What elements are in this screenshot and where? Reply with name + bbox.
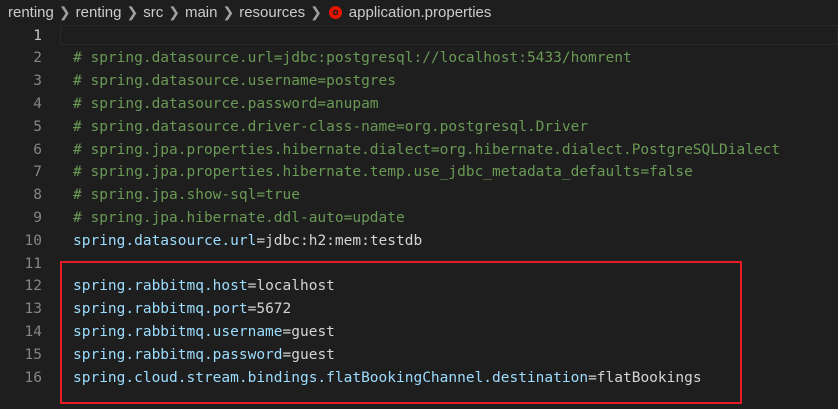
comment-text: # spring.jpa.hibernate.ddl-auto=update — [73, 209, 405, 226]
comment-text: # spring.jpa.properties.hibernate.dialec… — [73, 141, 781, 158]
line-number: 7 — [33, 164, 42, 181]
property-key: spring.rabbitmq.host — [73, 278, 248, 295]
code-line[interactable]: 15 spring.rabbitmq.password=guest — [0, 343, 838, 366]
property-value: flatBookings — [596, 369, 702, 386]
chevron-right-icon: ❯ — [126, 3, 139, 20]
code-text: spring.datasource.url=jdbc:h2:mem:testdb — [73, 233, 422, 249]
property-value: localhost — [256, 278, 335, 295]
line-number: 10 — [24, 232, 42, 249]
code-line[interactable]: 2 # spring.datasource.url=jdbc:postgresql… — [0, 47, 838, 70]
equals-sign: = — [588, 369, 597, 386]
code-editor[interactable]: 1 2 # spring.datasource.url=jdbc:postgresq… — [0, 24, 838, 409]
comment-text: # spring.datasource.url=jdbc:postgresql:… — [73, 50, 632, 67]
properties-file-icon — [328, 5, 342, 19]
code-text: # spring.datasource.driver-class-name=or… — [73, 119, 588, 135]
code-line[interactable]: 11 — [0, 252, 838, 275]
line-number: 13 — [24, 301, 42, 318]
breadcrumb: renting ❯ renting ❯ src ❯ main ❯ resourc… — [0, 0, 838, 24]
code-line[interactable]: 7 # spring.jpa.properties.hibernate.temp.… — [0, 161, 838, 184]
comment-text: # spring.datasource.driver-class-name=or… — [73, 118, 589, 135]
breadcrumb-item-renting[interactable]: renting — [76, 4, 122, 21]
code-text: # spring.datasource.password=anupam — [73, 96, 379, 112]
property-key: spring.rabbitmq.password — [73, 346, 283, 363]
line-number: 12 — [24, 278, 42, 295]
code-line[interactable]: 5 # spring.datasource.driver-class-name=o… — [0, 115, 838, 138]
line-number: 3 — [33, 73, 42, 90]
code-text: spring.rabbitmq.password=guest — [73, 347, 335, 363]
code-line[interactable]: 9 # spring.jpa.hibernate.ddl-auto=update — [0, 206, 838, 229]
code-text: spring.cloud.stream.bindings.flatBooking… — [73, 370, 702, 386]
chevron-right-icon: ❯ — [310, 3, 322, 20]
code-text: spring.rabbitmq.host=localhost — [73, 278, 335, 294]
line-number: 2 — [33, 50, 42, 67]
chevron-right-icon: ❯ — [58, 3, 71, 20]
property-value: jdbc:h2:mem:testdb — [265, 232, 423, 249]
line-number: 16 — [24, 369, 42, 386]
breadcrumb-file-name[interactable]: application.properties — [349, 4, 492, 21]
line-number: 1 — [33, 27, 42, 44]
comment-text: # spring.jpa.show-sql=true — [73, 187, 300, 204]
code-line[interactable]: 10 spring.datasource.url=jdbc:h2:mem:test… — [0, 229, 838, 252]
breadcrumb-item-renting-root[interactable]: renting — [8, 4, 54, 21]
code-line[interactable]: 6 # spring.jpa.properties.hibernate.diale… — [0, 138, 838, 161]
line-number: 14 — [24, 323, 42, 340]
code-line[interactable]: 1 — [0, 24, 838, 47]
code-text: # spring.datasource.url=jdbc:postgresql:… — [73, 50, 632, 66]
code-text: spring.rabbitmq.username=guest — [73, 324, 335, 340]
code-text: # spring.jpa.properties.hibernate.temp.u… — [73, 164, 693, 180]
property-value: guest — [291, 323, 335, 340]
property-key: spring.rabbitmq.username — [73, 323, 283, 340]
comment-text: # spring.datasource.username=postgres — [73, 73, 397, 90]
code-line[interactable]: 4 # spring.datasource.password=anupam — [0, 92, 838, 115]
equals-sign: = — [282, 323, 292, 340]
code-text: # spring.jpa.hibernate.ddl-auto=update — [73, 210, 405, 226]
chevron-right-icon: ❯ — [168, 3, 180, 20]
property-value: guest — [291, 346, 335, 363]
breadcrumb-item-resources[interactable]: resources — [239, 4, 305, 21]
property-key: spring.cloud.stream.bindings.flatBooking… — [73, 369, 589, 386]
code-line[interactable]: 8 # spring.jpa.show-sql=true — [0, 184, 838, 207]
code-text: # spring.jpa.show-sql=true — [73, 187, 300, 203]
code-line[interactable]: 13 spring.rabbitmq.port=5672 — [0, 298, 838, 321]
line-number: 4 — [33, 95, 42, 112]
code-text: # spring.jpa.properties.hibernate.dialec… — [73, 142, 780, 158]
equals-sign: = — [282, 346, 292, 363]
comment-text: # spring.datasource.password=anupam — [73, 95, 379, 112]
line-number: 9 — [33, 209, 42, 226]
property-key: spring.datasource.url — [73, 232, 257, 249]
code-line[interactable]: 3 # spring.datasource.username=postgres — [0, 70, 838, 93]
comment-text: # spring.jpa.properties.hibernate.temp.u… — [73, 164, 693, 181]
line-number: 6 — [33, 141, 42, 158]
line-number: 5 — [33, 118, 42, 135]
equals-sign: = — [256, 232, 266, 249]
property-value: 5672 — [256, 301, 292, 318]
property-key: spring.rabbitmq.port — [73, 301, 248, 318]
code-line[interactable]: 14 spring.rabbitmq.username=guest — [0, 320, 838, 343]
breadcrumb-item-src[interactable]: src — [143, 4, 163, 21]
chevron-right-icon: ❯ — [222, 3, 235, 20]
line-number: 11 — [24, 255, 42, 272]
line-number: 15 — [24, 346, 42, 363]
code-text: # spring.datasource.username=postgres — [73, 73, 396, 89]
code-line[interactable]: 12 spring.rabbitmq.host=localhost — [0, 275, 838, 298]
line-number: 8 — [33, 187, 42, 204]
breadcrumb-item-main[interactable]: main — [185, 4, 218, 21]
code-text: spring.rabbitmq.port=5672 — [73, 301, 291, 317]
code-line[interactable]: 16 spring.cloud.stream.bindings.flatBooki… — [0, 366, 838, 389]
